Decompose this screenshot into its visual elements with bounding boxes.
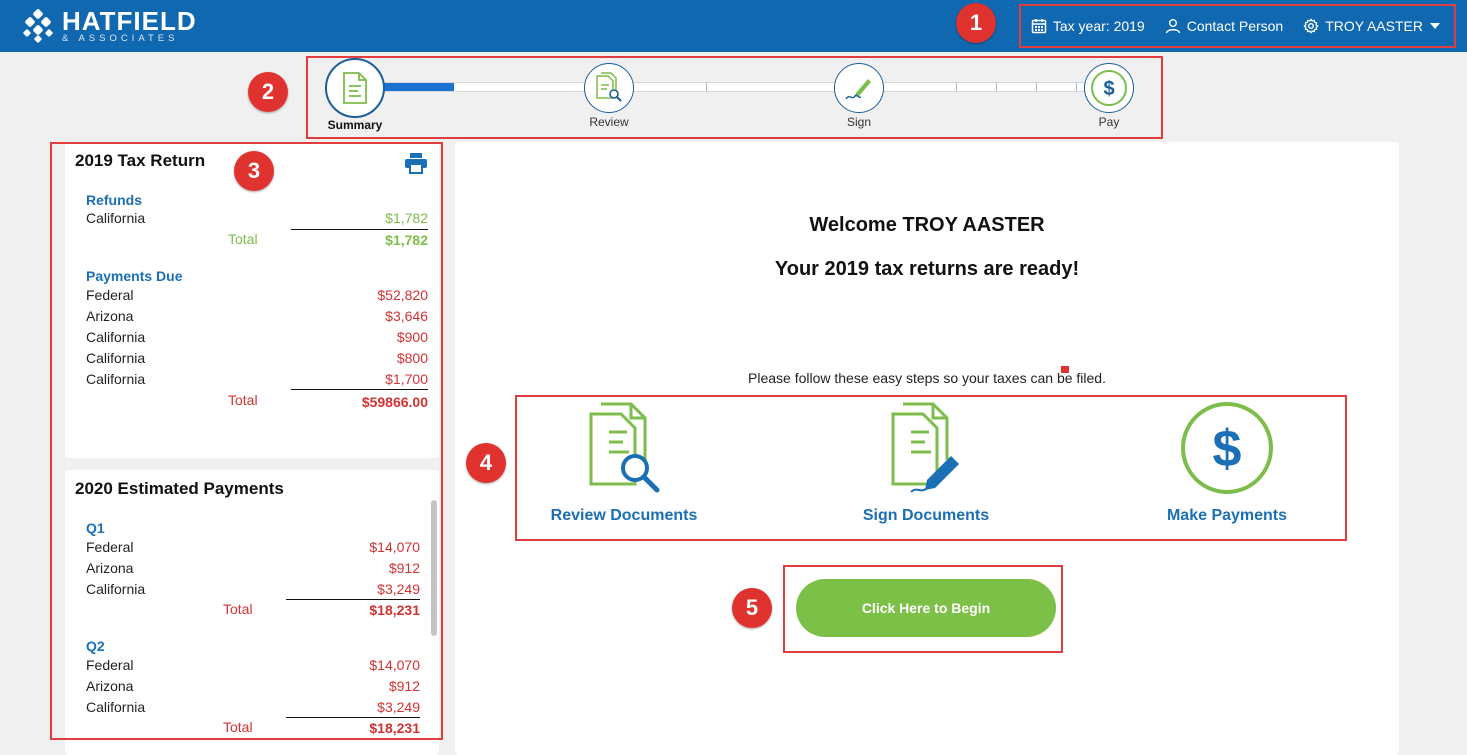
callout-badge-4: 4 bbox=[466, 443, 506, 483]
callout-box-1 bbox=[1019, 4, 1456, 48]
logo-mark-icon bbox=[20, 8, 56, 44]
callout-badge-3: 3 bbox=[234, 151, 274, 191]
ready-heading: Your 2019 tax returns are ready! bbox=[774, 258, 1080, 280]
callout-badge-1: 1 bbox=[956, 3, 996, 43]
callout-box-2 bbox=[306, 56, 1163, 139]
instructions-text: Please follow these easy steps so your t… bbox=[748, 370, 1106, 386]
welcome-heading: Welcome TROY AASTER bbox=[809, 214, 1045, 236]
callout-badge-2: 2 bbox=[248, 72, 288, 112]
callout-box-4 bbox=[515, 395, 1347, 541]
flag-marker bbox=[1061, 366, 1069, 373]
brand-subtitle: & ASSOCIATES bbox=[62, 33, 179, 44]
callout-badge-5: 5 bbox=[732, 588, 772, 628]
callout-box-5 bbox=[783, 565, 1063, 653]
callout-box-3 bbox=[50, 142, 443, 740]
brand-logo[interactable]: HATFIELD & ASSOCIATES bbox=[20, 8, 197, 44]
brand-name: HATFIELD bbox=[62, 6, 197, 36]
